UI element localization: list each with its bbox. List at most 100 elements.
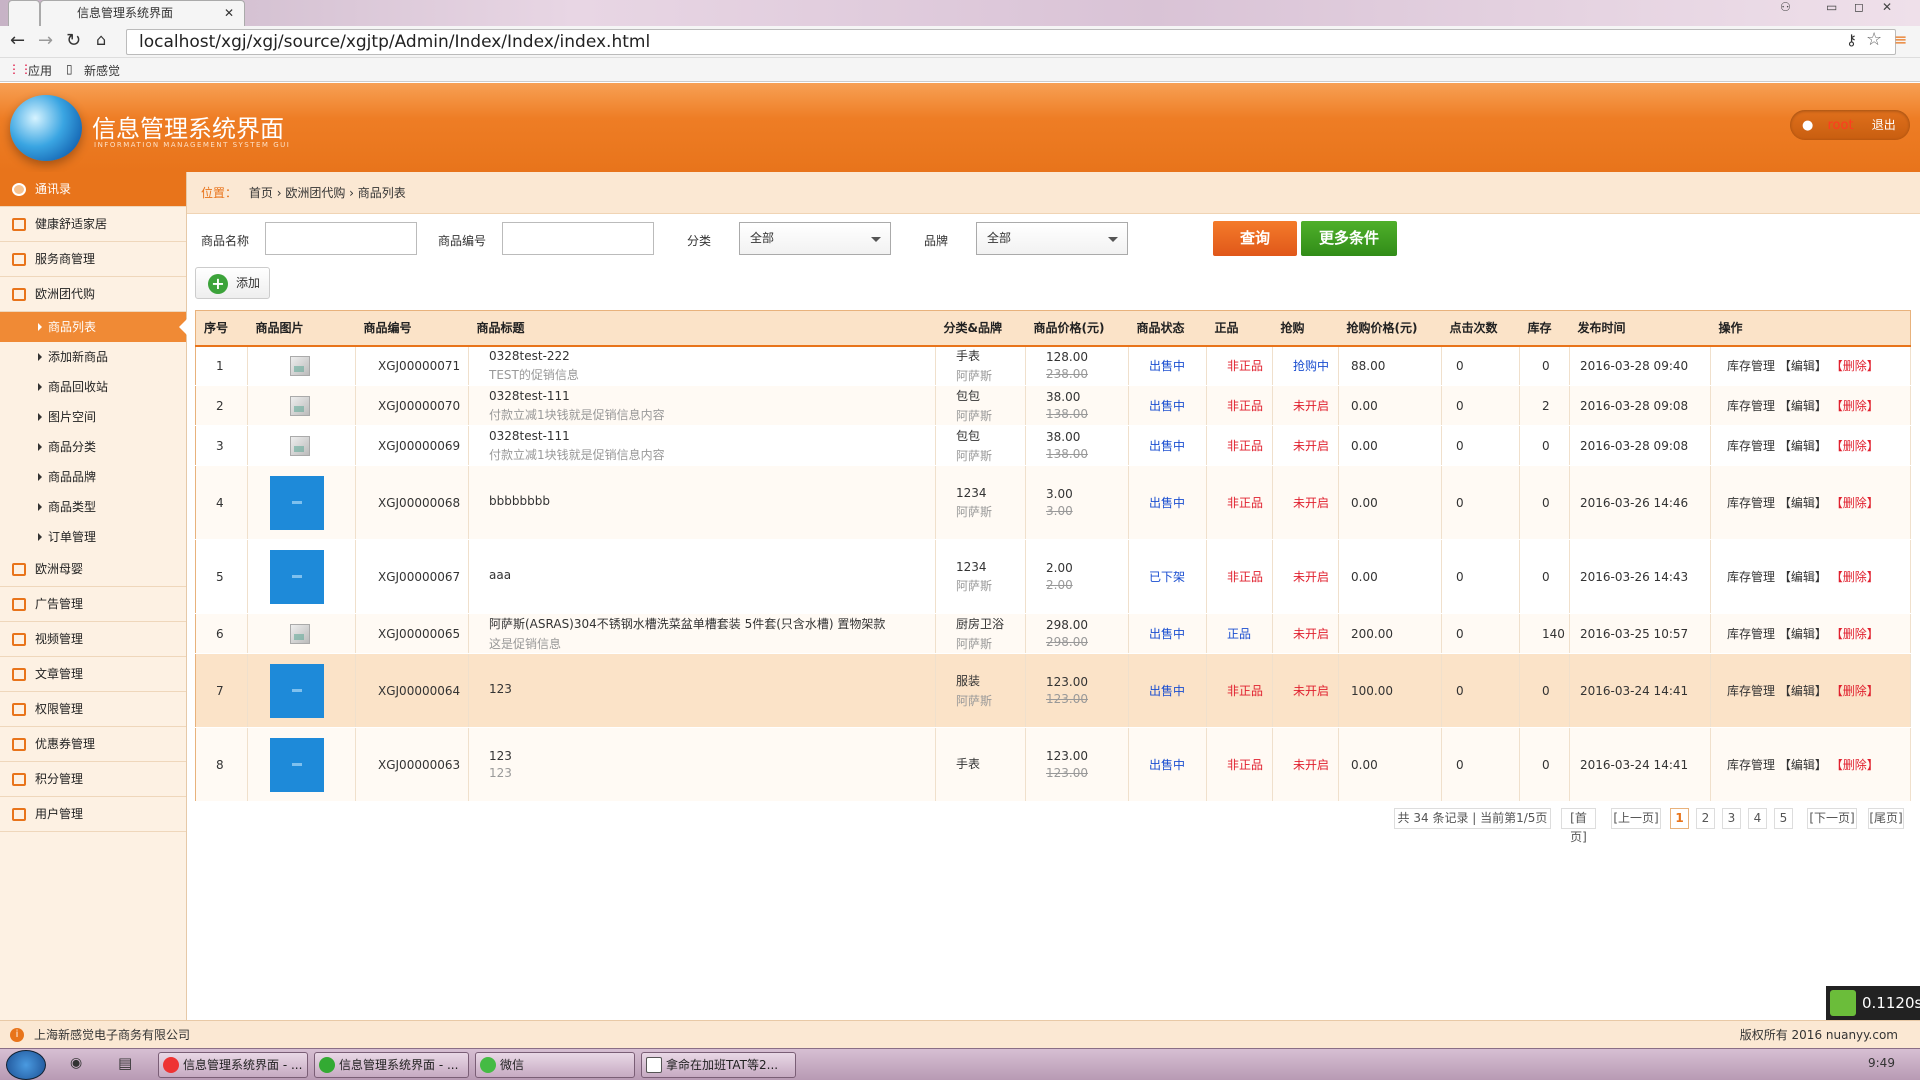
stock-link[interactable]: 库存管理 [1727, 758, 1775, 772]
bookmark-apps[interactable]: 应用 [28, 62, 52, 79]
delete-link[interactable]: 【删除】 [1831, 439, 1879, 453]
sidebar-item-home[interactable]: 健康舒适家居 [0, 207, 186, 242]
product-thumbnail[interactable] [290, 355, 310, 376]
next-page-button[interactable]: [下一页] [1807, 808, 1857, 829]
product-thumbnail[interactable] [270, 549, 324, 604]
product-thumbnail[interactable] [270, 663, 324, 718]
product-code-input[interactable] [502, 222, 654, 255]
prev-page-button[interactable]: [上一页] [1611, 808, 1661, 829]
maximize-icon[interactable]: ◻ [1854, 0, 1864, 14]
sidebar-sub-recycle[interactable]: 商品回收站 [0, 372, 186, 402]
stock-link[interactable]: 库存管理 [1727, 439, 1775, 453]
profile-icon[interactable]: ⚇ [1780, 0, 1791, 14]
edit-link[interactable]: 【编辑】 [1779, 570, 1827, 584]
first-page-button[interactable]: [首页] [1561, 808, 1596, 844]
sidebar-sub-type[interactable]: 商品类型 [0, 492, 186, 522]
stock-link[interactable]: 库存管理 [1727, 570, 1775, 584]
stock-link[interactable]: 库存管理 [1727, 399, 1775, 413]
taskbar-item-chat[interactable]: 拿命在加班TAT等2... [641, 1052, 796, 1078]
close-window-icon[interactable]: ✕ [1882, 0, 1892, 14]
delete-link[interactable]: 【删除】 [1831, 399, 1879, 413]
taskbar-item-wechat[interactable]: 微信 [475, 1052, 635, 1078]
delete-link[interactable]: 【删除】 [1831, 496, 1879, 510]
edit-link[interactable]: 【编辑】 [1779, 684, 1827, 698]
browser-tab[interactable]: 信息管理系统界面 ✕ [40, 0, 245, 26]
page-button-3[interactable]: 3 [1722, 808, 1741, 829]
product-title[interactable]: 123 [489, 682, 512, 696]
clock[interactable]: 9:49 [1868, 1056, 1895, 1070]
sidebar-item-baby[interactable]: 欧洲母婴 [0, 552, 186, 587]
category-select[interactable]: 全部 [739, 222, 891, 255]
breadcrumb-home[interactable]: 首页 [249, 186, 273, 200]
product-name-input[interactable] [265, 222, 417, 255]
browser-app-tab[interactable] [8, 0, 40, 26]
star-icon[interactable]: ☆ [1866, 29, 1882, 50]
taskbar-item-360[interactable]: 信息管理系统界面 - ... [314, 1052, 469, 1078]
sidebar-sub-product-list[interactable]: 商品列表 [0, 312, 187, 342]
product-title[interactable]: 0328test-111 [489, 389, 570, 403]
sidebar-item-video[interactable]: 视频管理 [0, 622, 186, 657]
forward-icon[interactable]: → [38, 30, 53, 51]
sidebar-sub-images[interactable]: 图片空间 [0, 402, 186, 432]
stock-link[interactable]: 库存管理 [1727, 359, 1775, 373]
stock-link[interactable]: 库存管理 [1727, 684, 1775, 698]
sidebar-item-contacts[interactable]: 通讯录 [0, 172, 186, 207]
product-thumbnail[interactable] [290, 395, 310, 416]
sidebar-item-permissions[interactable]: 权限管理 [0, 692, 186, 727]
address-bar[interactable]: localhost/xgj/xgj/source/xgjtp/Admin/Ind… [126, 29, 1896, 55]
delete-link[interactable]: 【删除】 [1831, 627, 1879, 641]
product-thumbnail[interactable] [290, 435, 310, 456]
brand-select[interactable]: 全部 [976, 222, 1128, 255]
tab-close-icon[interactable]: ✕ [224, 1, 234, 25]
sidebar-sub-brand[interactable]: 商品品牌 [0, 462, 186, 492]
logout-link[interactable]: 退出 [1872, 118, 1896, 132]
product-title[interactable]: aaa [489, 568, 511, 582]
edit-link[interactable]: 【编辑】 [1779, 758, 1827, 772]
reload-icon[interactable]: ↻ [66, 30, 81, 51]
edit-link[interactable]: 【编辑】 [1779, 359, 1827, 373]
add-button[interactable]: + 添加 [195, 267, 270, 299]
product-title[interactable]: 123 [489, 749, 512, 763]
page-button-1[interactable]: 1 [1670, 808, 1689, 829]
key-icon[interactable]: ⚷ [1846, 31, 1857, 49]
product-thumbnail[interactable] [290, 623, 310, 644]
delete-link[interactable]: 【删除】 [1831, 570, 1879, 584]
product-thumbnail[interactable] [270, 475, 324, 530]
sidebar-item-providers[interactable]: 服务商管理 [0, 242, 186, 277]
edit-link[interactable]: 【编辑】 [1779, 627, 1827, 641]
edit-link[interactable]: 【编辑】 [1779, 439, 1827, 453]
product-thumbnail[interactable] [270, 737, 324, 792]
edit-link[interactable]: 【编辑】 [1779, 496, 1827, 510]
stock-link[interactable]: 库存管理 [1727, 627, 1775, 641]
username[interactable]: root [1827, 118, 1853, 133]
sidebar-item-ads[interactable]: 广告管理 [0, 587, 186, 622]
sidebar-sub-category[interactable]: 商品分类 [0, 432, 186, 462]
more-conditions-button[interactable]: 更多条件 [1301, 221, 1397, 256]
sidebar-item-eu-group[interactable]: 欧洲团代购 [0, 277, 186, 312]
product-title[interactable]: 0328test-222 [489, 349, 570, 363]
stock-link[interactable]: 库存管理 [1727, 496, 1775, 510]
delete-link[interactable]: 【删除】 [1831, 359, 1879, 373]
back-icon[interactable]: ← [10, 30, 25, 51]
home-icon[interactable]: ⌂ [96, 30, 106, 49]
sidebar-sub-orders[interactable]: 订单管理 [0, 522, 186, 552]
page-button-4[interactable]: 4 [1748, 808, 1767, 829]
taskbar-item-chrome[interactable]: 信息管理系统界面 - ... [158, 1052, 308, 1078]
last-page-button[interactable]: [尾页] [1868, 808, 1904, 829]
media-icon[interactable]: ◉ [70, 1055, 82, 1071]
delete-link[interactable]: 【删除】 [1831, 684, 1879, 698]
menu-icon[interactable]: ≡ [1894, 30, 1907, 49]
page-button-2[interactable]: 2 [1696, 808, 1715, 829]
sidebar-item-users[interactable]: 用户管理 [0, 797, 186, 832]
sidebar-item-points[interactable]: 积分管理 [0, 762, 186, 797]
bookmark-xgj[interactable]: 新感觉 [84, 62, 120, 79]
product-title[interactable]: bbbbbbbb [489, 494, 550, 508]
search-button[interactable]: 查询 [1213, 221, 1297, 256]
delete-link[interactable]: 【删除】 [1831, 758, 1879, 772]
edit-link[interactable]: 【编辑】 [1779, 399, 1827, 413]
breadcrumb-section[interactable]: 欧洲团代购 [285, 186, 345, 200]
page-button-5[interactable]: 5 [1774, 808, 1793, 829]
sidebar-item-coupons[interactable]: 优惠券管理 [0, 727, 186, 762]
folder-icon[interactable]: ▤ [118, 1054, 132, 1072]
product-title[interactable]: 阿萨斯(ASRAS)304不锈钢水槽洗菜盆单槽套装 5件套(只含水槽) 置物架款 [489, 617, 885, 631]
